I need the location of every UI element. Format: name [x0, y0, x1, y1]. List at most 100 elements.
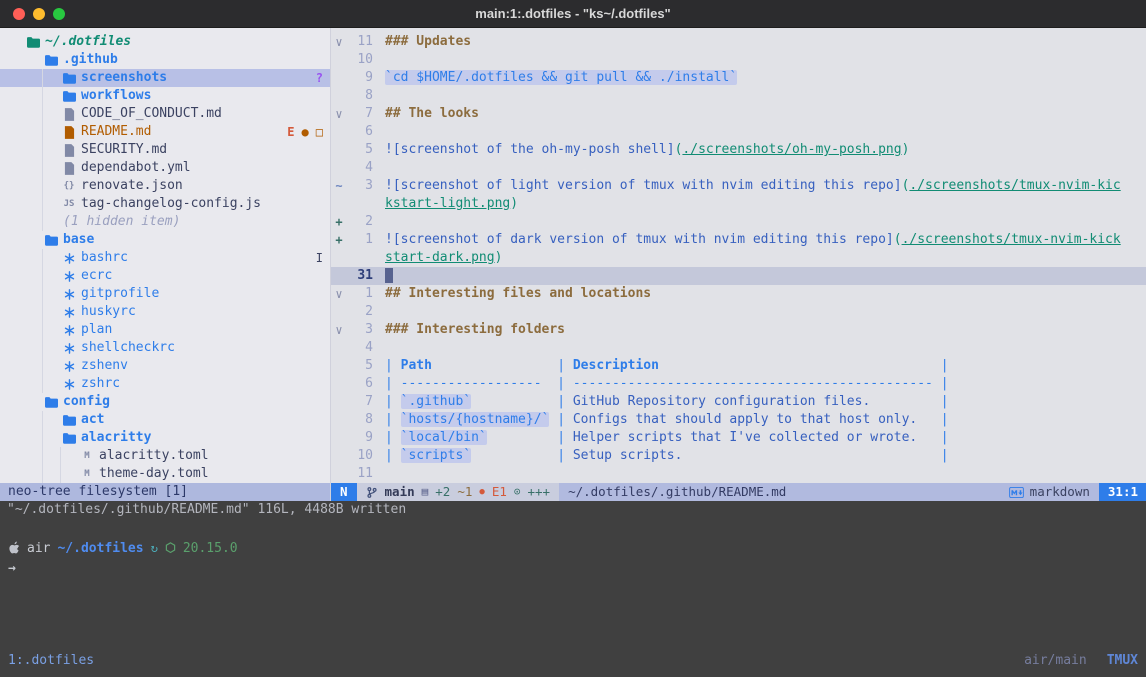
tree-item[interactable]: dependabot.yml — [0, 159, 330, 177]
editor-line[interactable]: 31 — [331, 267, 1146, 285]
tree-item-label: (1 hidden item) — [63, 213, 180, 231]
line-number: 11 — [347, 33, 373, 51]
zoom-button[interactable] — [53, 8, 65, 20]
editor-pane[interactable]: ∨11### Updates109`cd $HOME/.dotfiles && … — [330, 28, 1146, 501]
hunks-icon: ⊙ — [514, 483, 521, 501]
indent-guide — [42, 159, 60, 177]
tree-item[interactable]: SECURITY.md — [0, 141, 330, 159]
tree-item-label: act — [81, 411, 104, 429]
neotree-panel: ~/.dotfiles.githubscreenshots?workflowsC… — [0, 28, 330, 501]
line-number: 2 — [347, 303, 373, 321]
editor-line[interactable]: +1![screenshot of dark version of tmux w… — [331, 231, 1146, 249]
editor-line[interactable]: 6| ------------------ | ----------------… — [331, 375, 1146, 393]
tree-item[interactable]: shellcheckrc — [0, 339, 330, 357]
tree-item[interactable]: screenshots? — [0, 69, 330, 87]
editor-line[interactable]: 10| `scripts` | Setup scripts. | — [331, 447, 1146, 465]
editor-line[interactable]: ∨7## The looks — [331, 105, 1146, 123]
text-segment — [432, 358, 557, 373]
tree-item[interactable]: plan — [0, 321, 330, 339]
minimize-button[interactable] — [33, 8, 45, 20]
editor-line[interactable]: ∨11### Updates — [331, 33, 1146, 51]
traffic-lights — [13, 8, 65, 20]
tree-item[interactable]: alacritty — [0, 429, 330, 447]
text-segment: | — [941, 448, 949, 463]
editor-line[interactable]: ∨1## Interesting files and locations — [331, 285, 1146, 303]
text-segment: | — [557, 358, 573, 373]
indent-guide — [24, 69, 42, 87]
text-segment: ) — [510, 196, 518, 211]
tree-item[interactable]: bashrcI — [0, 249, 330, 267]
editor-line[interactable]: 8 — [331, 87, 1146, 105]
tree-item[interactable]: huskyrc — [0, 303, 330, 321]
tree-item[interactable]: JStag-changelog-config.js — [0, 195, 330, 213]
tree-item[interactable]: zshenv — [0, 357, 330, 375]
tree-item[interactable]: base — [0, 231, 330, 249]
line-text — [373, 267, 393, 285]
editor-line[interactable]: 5![screenshot of the oh-my-posh shell](.… — [331, 141, 1146, 159]
indent-guide — [24, 321, 42, 339]
tree-item-label: ecrc — [81, 267, 112, 285]
line-text: ![screenshot of light version of tmux wi… — [373, 177, 1121, 195]
indent-guide — [24, 213, 42, 231]
asterisk-icon — [60, 361, 78, 372]
gutter-sign — [331, 159, 347, 177]
text-segment: | — [941, 412, 949, 427]
editor-line[interactable]: 9| `local/bin` | Helper scripts that I'v… — [331, 429, 1146, 447]
text-segment: | — [385, 358, 401, 373]
indent-guide — [42, 375, 60, 393]
gutter-sign — [331, 429, 347, 447]
tree-item[interactable]: Mtheme-day.toml — [0, 465, 330, 483]
editor-line[interactable]: 10 — [331, 51, 1146, 69]
tree-item[interactable]: Malacritty.toml — [0, 447, 330, 465]
tree-item[interactable]: README.mdE●□ — [0, 123, 330, 141]
tree-item[interactable]: {}renovate.json — [0, 177, 330, 195]
editor-line[interactable]: ∨3### Interesting folders — [331, 321, 1146, 339]
tree-item[interactable]: act — [0, 411, 330, 429]
gutter-sign: + — [331, 213, 347, 231]
tree-item[interactable]: workflows — [0, 87, 330, 105]
shell-input-line[interactable]: → — [8, 561, 16, 576]
tree-item[interactable]: gitprofile — [0, 285, 330, 303]
editor-line[interactable]: 6 — [331, 123, 1146, 141]
line-number: 1 — [347, 285, 373, 303]
tree-item[interactable]: ecrc — [0, 267, 330, 285]
tree-item-label: alacritty.toml — [99, 447, 209, 465]
editor-line[interactable]: 8| `hosts/{hostname}/` | Configs that sh… — [331, 411, 1146, 429]
close-button[interactable] — [13, 8, 25, 20]
editor-line[interactable]: 9`cd $HOME/.dotfiles && git pull && ./in… — [331, 69, 1146, 87]
tree-item[interactable]: zshrc — [0, 375, 330, 393]
doc-icon — [60, 126, 78, 139]
line-text — [373, 123, 385, 141]
tmux-window-tab[interactable]: 1:.dotfiles — [8, 653, 94, 668]
editor-line[interactable]: 2 — [331, 303, 1146, 321]
editor-line[interactable]: 4 — [331, 339, 1146, 357]
line-number: 5 — [347, 357, 373, 375]
editor-line[interactable]: 4 — [331, 159, 1146, 177]
line-number: 10 — [347, 447, 373, 465]
editor-line[interactable]: 11 — [331, 465, 1146, 483]
gutter-sign: ∨ — [331, 105, 347, 123]
editor-line[interactable]: kstart-light.png) — [331, 195, 1146, 213]
indent-guide — [24, 267, 42, 285]
tree-item-label: tag-changelog-config.js — [81, 195, 261, 213]
editor-line[interactable]: +2 — [331, 213, 1146, 231]
tree-item[interactable]: (1 hidden item) — [0, 213, 330, 231]
doc-icon — [60, 144, 78, 157]
indent-guide — [24, 357, 42, 375]
editor-line[interactable]: start-dark.png) — [331, 249, 1146, 267]
indent-guide — [42, 249, 60, 267]
tree-item-badges: I — [316, 249, 323, 267]
tree-item[interactable]: CODE_OF_CONDUCT.md — [0, 105, 330, 123]
gutter-sign — [331, 249, 347, 267]
tree-item[interactable]: ~/.dotfiles — [0, 33, 330, 51]
editor-line[interactable]: 7| `.github` | GitHub Repository configu… — [331, 393, 1146, 411]
titlebar: main:1:.dotfiles - "ks~/.dotfiles" — [0, 0, 1146, 28]
text-segment: | — [557, 394, 573, 409]
indent-guide — [24, 375, 42, 393]
editor-line[interactable]: ~3![screenshot of light version of tmux … — [331, 177, 1146, 195]
tree-item[interactable]: .github — [0, 51, 330, 69]
tree-item[interactable]: config — [0, 393, 330, 411]
editor-line[interactable]: 5| Path | Description | — [331, 357, 1146, 375]
window-title: main:1:.dotfiles - "ks~/.dotfiles" — [475, 6, 670, 21]
text-segment: ![screenshot of dark version of tmux wit… — [385, 232, 894, 247]
